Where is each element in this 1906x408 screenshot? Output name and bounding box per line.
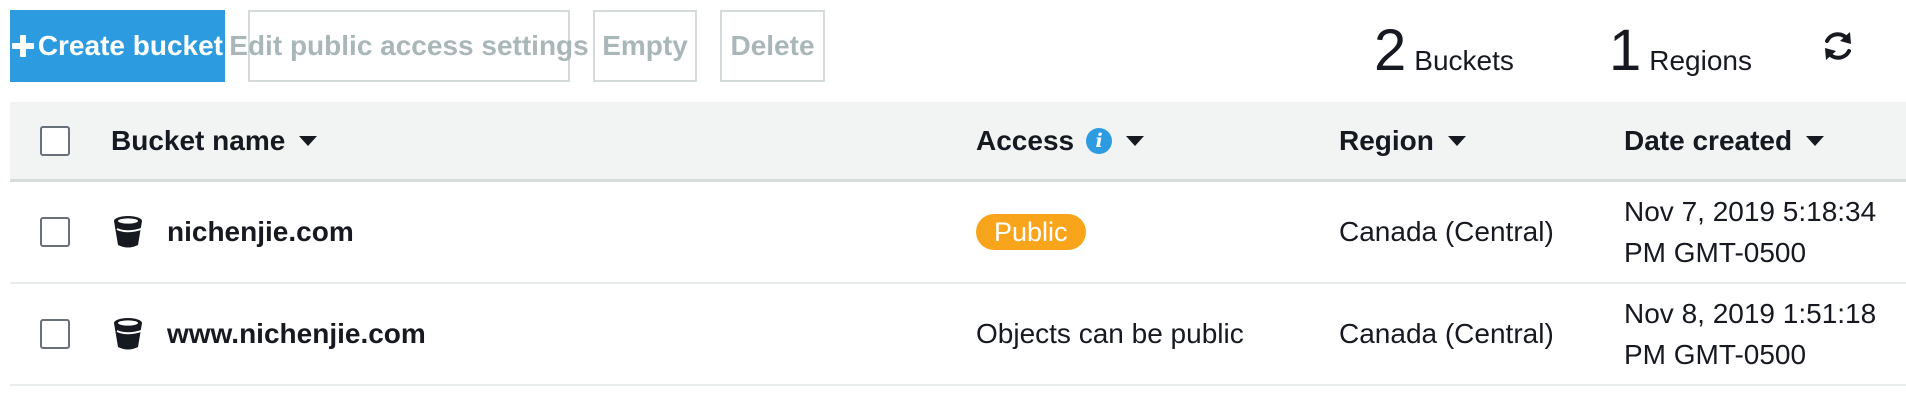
plus-icon xyxy=(12,35,34,57)
region-header-label: Region xyxy=(1339,124,1434,156)
table-row: www.nichenjie.com Objects can be public … xyxy=(10,284,1906,386)
access-header-label: Access xyxy=(976,124,1075,156)
table-header: Bucket name Access i Region Date created xyxy=(10,102,1906,182)
info-icon[interactable]: i xyxy=(1086,127,1113,154)
region-value: Canada (Central) xyxy=(1339,318,1554,349)
bucket-name-header-label: Bucket name xyxy=(111,124,286,156)
bucket-name-link[interactable]: www.nichenjie.com xyxy=(167,318,426,350)
date-created-value: Nov 8, 2019 1:51:18 PM GMT-0500 xyxy=(1624,298,1877,370)
regions-label: Regions xyxy=(1649,45,1752,76)
select-all-checkbox[interactable] xyxy=(40,126,70,156)
bucket-name-cell: www.nichenjie.com xyxy=(111,284,426,384)
empty-button[interactable]: Empty xyxy=(593,10,697,82)
public-access-badge: Public xyxy=(976,214,1086,250)
date-created-cell: Nov 7, 2019 5:18:34 PM GMT-0500 xyxy=(1624,182,1884,282)
date-created-value: Nov 7, 2019 5:18:34 PM GMT-0500 xyxy=(1624,196,1877,268)
refresh-icon[interactable] xyxy=(1820,28,1856,64)
delete-label: Delete xyxy=(730,30,815,61)
edit-public-access-label: Edit public access settings xyxy=(229,30,589,61)
create-bucket-button[interactable]: Create bucket xyxy=(10,10,225,82)
access-cell: Public xyxy=(976,182,1086,282)
buckets-label: Buckets xyxy=(1414,45,1514,76)
region-value: Canada (Central) xyxy=(1339,216,1554,247)
caret-down-icon xyxy=(1126,135,1145,146)
row-checkbox[interactable] xyxy=(40,319,70,349)
access-cell: Objects can be public xyxy=(976,284,1244,384)
bucket-icon xyxy=(114,216,145,248)
create-bucket-label: Create bucket xyxy=(37,30,223,61)
caret-down-icon xyxy=(299,135,318,146)
buckets-count-stat: 2 Buckets xyxy=(1374,22,1514,80)
regions-count: 1 xyxy=(1609,18,1642,83)
bucket-icon xyxy=(114,318,145,350)
column-header-access[interactable]: Access i xyxy=(976,102,1145,179)
caret-down-icon xyxy=(1447,135,1466,146)
regions-count-stat: 1 Regions xyxy=(1609,22,1752,80)
buckets-count: 2 xyxy=(1374,18,1407,83)
region-cell: Canada (Central) xyxy=(1339,182,1554,282)
access-value: Objects can be public xyxy=(976,318,1244,349)
column-header-date-created[interactable]: Date created xyxy=(1624,102,1825,179)
column-header-bucket-name[interactable]: Bucket name xyxy=(111,102,318,179)
region-cell: Canada (Central) xyxy=(1339,284,1554,384)
date-created-header-label: Date created xyxy=(1624,124,1793,156)
empty-label: Empty xyxy=(602,30,688,61)
column-header-region[interactable]: Region xyxy=(1339,102,1466,179)
bucket-name-cell: nichenjie.com xyxy=(111,182,354,282)
table-row: nichenjie.com Public Canada (Central) No… xyxy=(10,182,1906,284)
row-checkbox[interactable] xyxy=(40,217,70,247)
toolbar: Create bucket Edit public access setting… xyxy=(10,10,1906,84)
caret-down-icon xyxy=(1806,135,1825,146)
date-created-cell: Nov 8, 2019 1:51:18 PM GMT-0500 xyxy=(1624,284,1884,384)
delete-button[interactable]: Delete xyxy=(720,10,825,82)
edit-public-access-button[interactable]: Edit public access settings xyxy=(229,10,589,82)
bucket-name-link[interactable]: nichenjie.com xyxy=(167,216,354,248)
